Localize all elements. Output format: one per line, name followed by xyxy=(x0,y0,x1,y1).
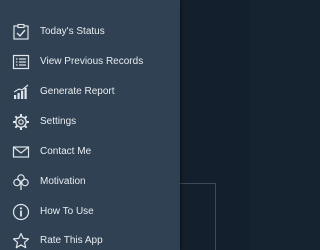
menu-item-motivation[interactable]: Motivation xyxy=(0,167,180,197)
menu-item-generate-report[interactable]: Generate Report xyxy=(0,77,180,107)
menu-item-settings[interactable]: Settings xyxy=(0,107,180,137)
menu-item-label: Rate This App xyxy=(40,235,103,246)
gear-icon xyxy=(12,113,30,131)
menu-item-label: Motivation xyxy=(40,176,86,187)
menu-item-todays-status[interactable]: Today's Status xyxy=(0,17,180,47)
envelope-icon xyxy=(12,143,30,161)
menu-item-rate-this-app[interactable]: Rate This App xyxy=(0,226,180,250)
menu-item-label: Contact Me xyxy=(40,146,92,157)
menu-item-label: Settings xyxy=(40,116,77,127)
clover-icon xyxy=(12,173,30,191)
menu-item-label: Today's Status xyxy=(40,26,105,37)
menu-item-label: Generate Report xyxy=(40,86,115,97)
menu-item-label: How To Use xyxy=(40,206,94,217)
menu-item-label: View Previous Records xyxy=(40,56,144,67)
bar-chart-icon xyxy=(12,83,30,101)
menu-item-how-to-use[interactable]: How To Use xyxy=(0,197,180,227)
navigation-drawer: Today's Status View Previous Records Gen… xyxy=(0,0,180,250)
menu-item-contact-me[interactable]: Contact Me xyxy=(0,137,180,167)
app-screen: Today's Status View Previous Records Gen… xyxy=(0,0,250,250)
info-icon xyxy=(12,203,30,221)
menu-item-view-previous-records[interactable]: View Previous Records xyxy=(0,47,180,77)
checklist-icon xyxy=(12,23,30,41)
star-icon xyxy=(12,232,30,250)
list-icon xyxy=(12,53,30,71)
